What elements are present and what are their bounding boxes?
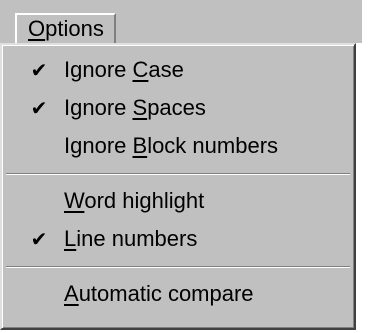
menu-bar: Options: [0, 0, 362, 43]
menu-item-label: Automatic compare: [64, 281, 254, 306]
menu-item-word-highlight[interactable]: Word highlight: [6, 182, 350, 220]
line-numbers-check-icon: ✔: [30, 227, 48, 251]
options-menu-screenshot: Options ✔ Ignore Case ✔ Ignore Spaces Ig…: [0, 0, 369, 333]
ignore-spaces-check-icon: ✔: [30, 96, 48, 120]
menu-separator: [6, 173, 350, 175]
menu-item-ignore-spaces[interactable]: ✔ Ignore Spaces: [6, 89, 350, 127]
options-mnemonic: O: [28, 16, 46, 41]
options-label-rest: ptions: [45, 16, 104, 41]
menu-item-label: Word highlight: [64, 188, 205, 213]
menu-item-ignore-case[interactable]: ✔ Ignore Case: [6, 51, 350, 89]
menu-item-line-numbers[interactable]: ✔ Line numbers: [6, 220, 350, 258]
menu-item-label: Line numbers: [64, 226, 198, 251]
menu-item-label: Ignore Case: [64, 57, 184, 82]
menu-item-ignore-block-numbers[interactable]: Ignore Block numbers: [6, 127, 350, 165]
menu-item-label: Ignore Spaces: [64, 95, 206, 120]
options-dropdown: ✔ Ignore Case ✔ Ignore Spaces Ignore Blo…: [0, 43, 356, 330]
options-menu-title[interactable]: Options: [15, 13, 116, 43]
ignore-case-check-icon: ✔: [30, 58, 48, 82]
menu-separator: [6, 266, 350, 268]
menu-item-label: Ignore Block numbers: [64, 133, 279, 158]
menu-item-automatic-compare[interactable]: Automatic compare: [6, 275, 350, 313]
